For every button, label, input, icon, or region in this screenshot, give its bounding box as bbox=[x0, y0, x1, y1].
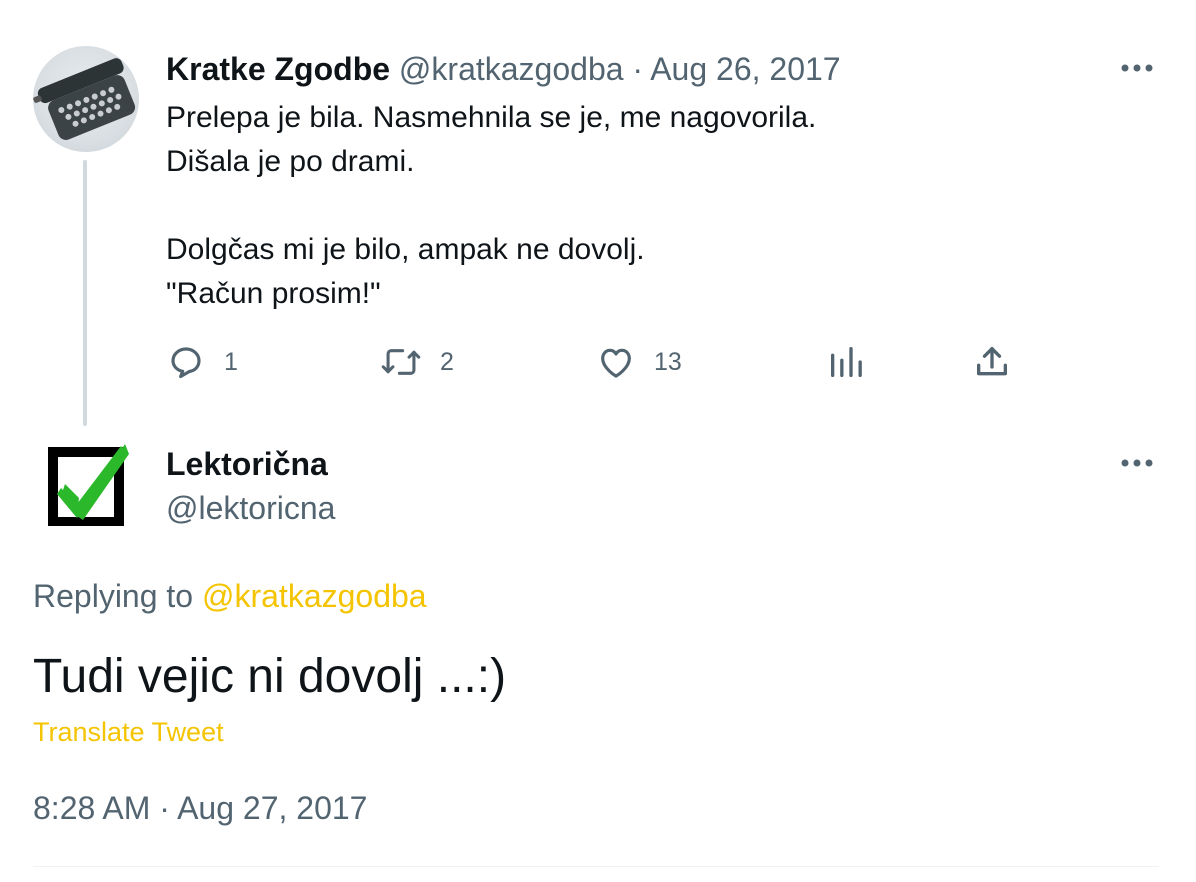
retweet-icon bbox=[381, 349, 421, 375]
views-action[interactable] bbox=[826, 340, 866, 384]
parent-tweet-text: Prelepa je bila. Nasmehnila se je, me na… bbox=[166, 96, 816, 316]
heart-icon bbox=[601, 348, 631, 378]
reply-tweet-text: Tudi vejic ni dovolj ...:) bbox=[33, 650, 507, 703]
tweet-line bbox=[166, 184, 816, 228]
replying-prefix: Replying to bbox=[33, 578, 194, 614]
tweet-line: Prelepa je bila. Nasmehnila se je, me na… bbox=[166, 101, 817, 134]
analytics-icon bbox=[831, 347, 862, 377]
green-checkmark-box-icon bbox=[48, 444, 129, 527]
reply-action[interactable]: 1 bbox=[166, 340, 238, 384]
tweet-line: Dolgčas mi je bilo, ampak ne dovolj. bbox=[166, 233, 645, 266]
reply-count: 1 bbox=[224, 347, 238, 376]
reply-author-name[interactable]: Lektorična bbox=[166, 442, 328, 486]
parent-author-name[interactable]: Kratke Zgodbe bbox=[166, 51, 390, 87]
share-action[interactable] bbox=[972, 340, 1012, 384]
parent-tweet-header: Kratke Zgodbe @kratkazgodba · Aug 26, 20… bbox=[166, 47, 841, 91]
retweet-count: 2 bbox=[440, 347, 454, 376]
parent-tweet-date[interactable]: Aug 26, 2017 bbox=[650, 51, 840, 87]
share-icon bbox=[977, 347, 1007, 376]
like-count: 13 bbox=[654, 347, 682, 376]
reply-author-handle[interactable]: @lektoricna bbox=[166, 486, 335, 530]
reply-author-avatar[interactable] bbox=[47, 440, 129, 527]
bottom-divider bbox=[33, 866, 1159, 867]
more-icon[interactable] bbox=[1117, 453, 1157, 473]
thread-connector-line bbox=[83, 160, 87, 426]
parent-author-handle[interactable]: @kratkazgodba bbox=[399, 51, 624, 87]
typewriter-image bbox=[33, 58, 136, 140]
like-action[interactable]: 13 bbox=[596, 340, 682, 384]
more-icon[interactable] bbox=[1117, 58, 1157, 78]
meta-separator: · bbox=[632, 51, 644, 87]
tweet-line: "Račun prosim!" bbox=[166, 277, 381, 310]
translate-tweet-link[interactable]: Translate Tweet bbox=[33, 712, 224, 752]
reply-bubble-icon bbox=[171, 347, 201, 379]
meta-separator: · bbox=[159, 790, 170, 826]
retweet-action[interactable]: 2 bbox=[380, 340, 454, 384]
reply-timestamp[interactable]: 8:28 AM · Aug 27, 2017 bbox=[33, 786, 367, 830]
replying-mention-link[interactable]: @kratkazgodba bbox=[202, 578, 427, 614]
replying-to-line: Replying to @kratkazgodba bbox=[33, 574, 427, 618]
parent-author-avatar[interactable] bbox=[33, 46, 139, 152]
reply-date: Aug 27, 2017 bbox=[177, 790, 368, 826]
reply-time: 8:28 AM bbox=[33, 790, 151, 826]
tweet-line: Dišala je po drami. bbox=[166, 145, 415, 178]
